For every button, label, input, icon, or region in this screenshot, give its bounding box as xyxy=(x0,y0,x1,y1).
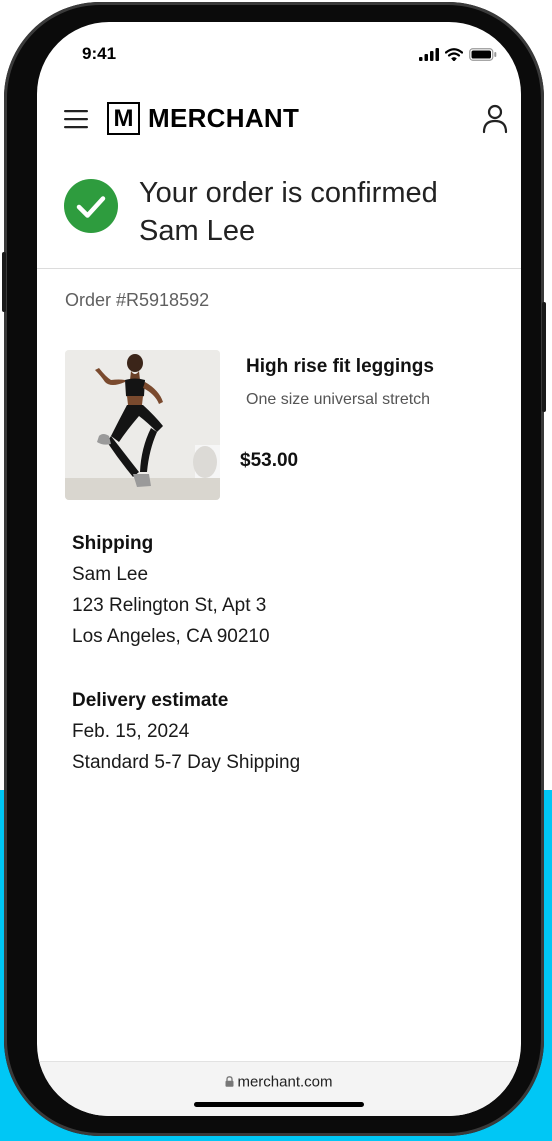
wifi-icon xyxy=(445,48,463,61)
phone-screen: 9:41 M MERCHANT Your order is confirmed … xyxy=(37,22,521,1116)
status-time: 9:41 xyxy=(82,44,117,63)
shipping-heading: Shipping xyxy=(72,533,154,554)
logo-text: MERCHANT xyxy=(148,103,300,133)
app-header: M MERCHANT xyxy=(37,98,521,142)
logo-mark: M xyxy=(107,102,140,135)
signal-icon xyxy=(419,48,439,61)
user-icon[interactable] xyxy=(482,104,508,134)
status-icons xyxy=(419,48,497,61)
battery-icon xyxy=(469,48,497,61)
phone-frame: 9:41 M MERCHANT Your order is confirmed … xyxy=(2,2,546,1136)
delivery-method: Standard 5-7 Day Shipping xyxy=(72,752,301,773)
check-circle-icon xyxy=(64,179,118,233)
power-button xyxy=(542,302,546,412)
product-image[interactable] xyxy=(65,350,220,500)
lock-icon xyxy=(225,1076,234,1088)
url-display[interactable]: merchant.com xyxy=(37,1073,521,1091)
home-indicator[interactable] xyxy=(194,1102,364,1107)
product-name[interactable]: High rise fit leggings xyxy=(246,356,434,378)
product-variant: One size universal stretch xyxy=(246,391,431,408)
divider xyxy=(37,268,521,269)
customer-name: Sam Lee xyxy=(139,215,256,247)
delivery-heading: Delivery estimate xyxy=(72,690,229,711)
url-text: merchant.com xyxy=(237,1073,333,1091)
order-number: Order #R5918592 xyxy=(65,290,210,310)
shipping-address-line2: Los Angeles, CA 90210 xyxy=(72,626,270,647)
confirmation-message: Your order is confirmed xyxy=(139,177,438,209)
product-price: $53.00 xyxy=(240,450,299,471)
merchant-logo[interactable]: M MERCHANT xyxy=(107,102,299,135)
product-photo xyxy=(65,350,220,500)
confirmation-title: Your order is confirmed Sam Lee xyxy=(139,174,509,250)
shipping-address-line1: 123 Relington St, Apt 3 xyxy=(72,595,267,616)
delivery-section: Delivery estimate Feb. 15, 2024 Standard… xyxy=(72,686,502,778)
menu-icon[interactable] xyxy=(64,109,88,129)
status-bar: 9:41 xyxy=(37,22,521,82)
browser-url-bar[interactable]: merchant.com xyxy=(37,1061,521,1116)
volume-button xyxy=(2,252,6,312)
shipping-name: Sam Lee xyxy=(72,564,149,585)
shipping-section: Shipping Sam Lee 123 Relington St, Apt 3… xyxy=(72,529,502,652)
delivery-date: Feb. 15, 2024 xyxy=(72,721,190,742)
